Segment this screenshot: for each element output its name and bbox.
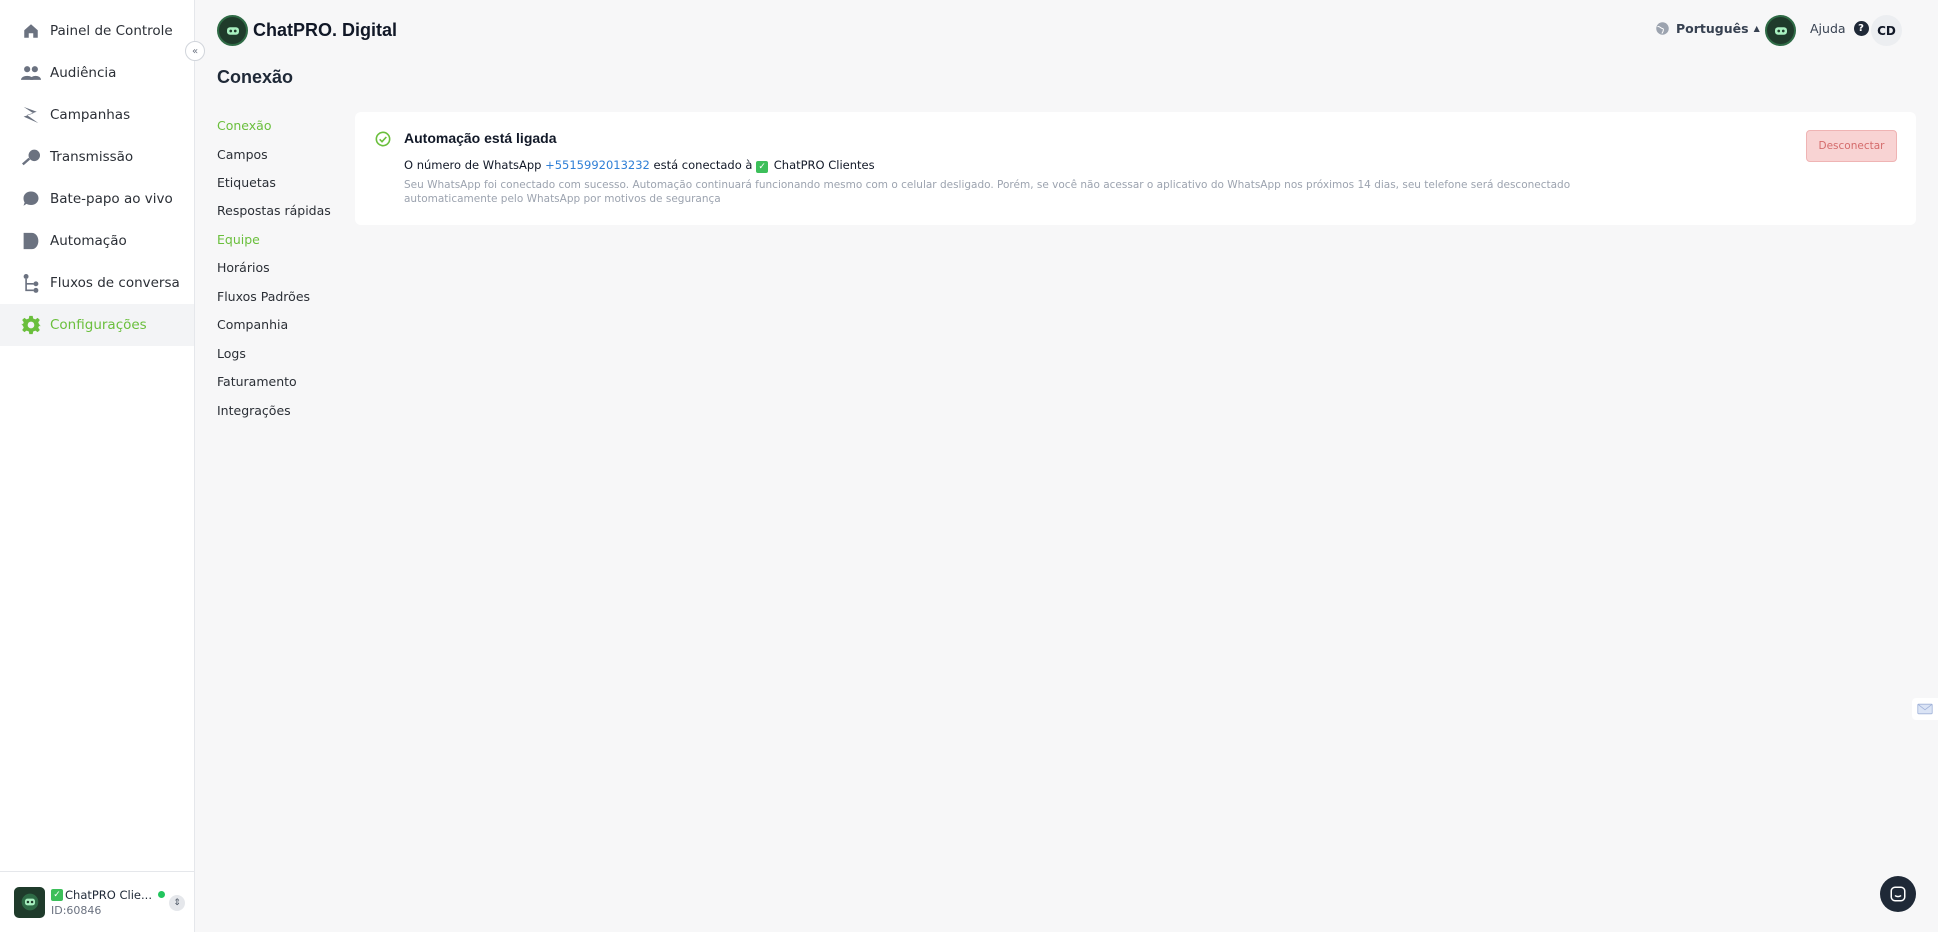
connection-line-middle: está conectado à bbox=[653, 158, 753, 172]
subnav-horarios[interactable]: Horários bbox=[217, 260, 270, 275]
broadcast-icon bbox=[20, 146, 42, 168]
sidebar-item-label: Configurações bbox=[50, 317, 147, 333]
account-id: ID:60846 bbox=[51, 903, 102, 917]
connection-account-name: ChatPRO Clientes bbox=[773, 158, 875, 172]
language-selector[interactable]: Português ▲ bbox=[1655, 21, 1760, 36]
sidebar-item-label: Bate-papo ao vivo bbox=[50, 191, 173, 207]
phone-number-link[interactable]: +5515992013232 bbox=[545, 158, 650, 172]
help-label: Ajuda bbox=[1810, 21, 1846, 36]
collapse-sidebar-button[interactable]: « bbox=[185, 41, 205, 61]
account-avatar bbox=[14, 886, 45, 918]
message-icon bbox=[1890, 886, 1906, 902]
sidebar-item-bate-papo[interactable]: Bate-papo ao vivo bbox=[0, 178, 194, 220]
subnav-conexao[interactable]: Conexão bbox=[217, 118, 271, 133]
bot-avatar[interactable] bbox=[1765, 15, 1796, 46]
check-mark-icon: ✓ bbox=[51, 888, 63, 901]
gear-icon bbox=[20, 314, 42, 336]
brand-name: ChatPRO. Digital bbox=[253, 20, 398, 40]
mail-icon[interactable] bbox=[1912, 698, 1938, 720]
sidebar-item-automacao[interactable]: Automação bbox=[0, 220, 194, 262]
sidebar-item-label: Campanhas bbox=[50, 107, 131, 123]
connection-status-card: Automação está ligada O número de WhatsA… bbox=[355, 112, 1916, 225]
subnav-companhia[interactable]: Companhia bbox=[217, 317, 288, 332]
sidebar-item-label: Automação bbox=[50, 233, 127, 249]
sidebar: Painel de Controle Audiência Campanhas T… bbox=[0, 0, 195, 932]
account-switcher[interactable]: ✓ ChatPRO Clie... ID:60846 ⇕ bbox=[0, 871, 194, 932]
connection-description: Seu WhatsApp foi conectado com sucesso. … bbox=[404, 179, 1571, 205]
switch-account-icon[interactable]: ⇕ bbox=[169, 895, 185, 911]
sidebar-item-fluxos[interactable]: Fluxos de conversa bbox=[0, 262, 194, 304]
subnav-fluxos-padroes[interactable]: Fluxos Padrões bbox=[217, 289, 310, 304]
subnav-logs[interactable]: Logs bbox=[217, 346, 246, 361]
brand-logo bbox=[217, 15, 248, 46]
connection-info: O número de WhatsApp +5515992013232 está… bbox=[404, 158, 875, 173]
sidebar-item-painel[interactable]: Painel de Controle bbox=[0, 10, 194, 52]
sidebar-item-configuracoes[interactable]: Configurações bbox=[0, 304, 194, 346]
sidebar-item-transmissao[interactable]: Transmissão bbox=[0, 136, 194, 178]
user-avatar[interactable]: CD bbox=[1871, 15, 1902, 46]
connection-line-prefix: O número de WhatsApp bbox=[404, 158, 542, 172]
check-circle-icon bbox=[375, 131, 391, 147]
check-mark-icon: ✓ bbox=[756, 161, 769, 173]
flow-icon bbox=[20, 272, 42, 294]
language-label: Português bbox=[1676, 21, 1749, 36]
sidebar-item-label: Transmissão bbox=[50, 149, 134, 165]
home-icon bbox=[20, 20, 42, 42]
question-icon: ? bbox=[1853, 21, 1869, 36]
connection-title: Automação está ligada bbox=[404, 130, 557, 146]
sidebar-item-label: Audiência bbox=[50, 65, 117, 81]
subnav-integracoes[interactable]: Integrações bbox=[217, 403, 291, 418]
chat-icon bbox=[20, 188, 42, 210]
page-title: Conexão bbox=[217, 67, 294, 87]
globe-icon bbox=[1655, 21, 1670, 36]
users-icon bbox=[20, 62, 42, 84]
sidebar-item-audiencia[interactable]: Audiência bbox=[0, 52, 194, 94]
sidebar-item-campanhas[interactable]: Campanhas bbox=[0, 94, 194, 136]
campaign-icon bbox=[20, 104, 42, 126]
help-link[interactable]: Ajuda ? bbox=[1810, 21, 1869, 36]
subnav-faturamento[interactable]: Faturamento bbox=[217, 374, 297, 389]
support-chat-button[interactable] bbox=[1880, 876, 1916, 912]
online-status-dot bbox=[157, 891, 165, 898]
subnav-equipe[interactable]: Equipe bbox=[217, 232, 260, 247]
sidebar-item-label: Painel de Controle bbox=[50, 23, 173, 39]
automation-icon bbox=[20, 230, 42, 252]
caret-up-icon: ▲ bbox=[1753, 24, 1760, 33]
subnav-respostas-rapidas[interactable]: Respostas rápidas bbox=[217, 203, 331, 218]
brand: ChatPRO. Digital bbox=[217, 15, 397, 46]
subnav-campos[interactable]: Campos bbox=[217, 147, 268, 162]
subnav-etiquetas[interactable]: Etiquetas bbox=[217, 175, 276, 190]
account-name: ChatPRO Clie... bbox=[65, 887, 152, 902]
disconnect-button[interactable]: Desconectar bbox=[1806, 130, 1897, 162]
sidebar-item-label: Fluxos de conversa bbox=[50, 275, 180, 291]
